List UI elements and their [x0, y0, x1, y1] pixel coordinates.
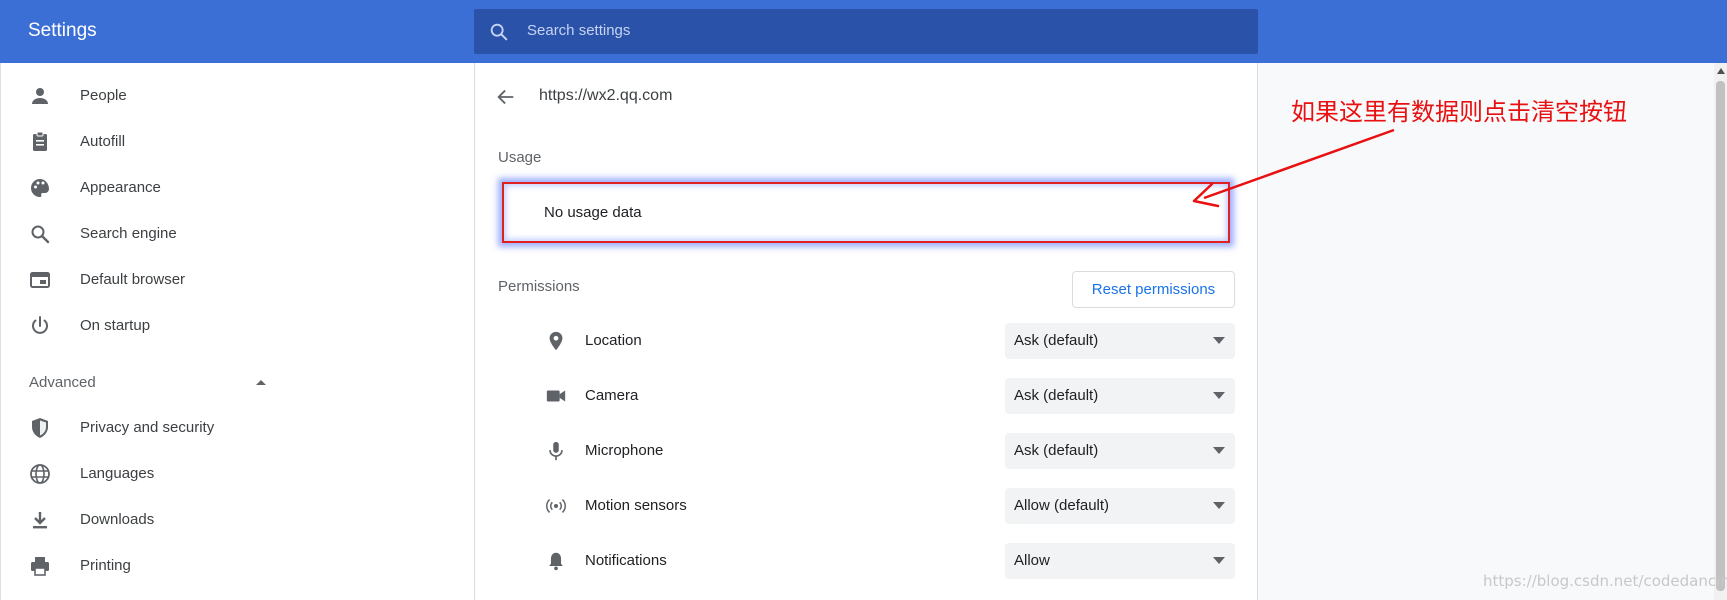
printer-icon [31, 557, 49, 576]
sidebar-item-downloads[interactable]: Downloads [1, 500, 475, 540]
permission-row-microphone: Microphone Ask (default) [475, 431, 1259, 471]
permission-label: Motion sensors [585, 497, 687, 514]
sidebar-item-autofill[interactable]: Autofill [1, 122, 475, 162]
sidebar-item-people[interactable]: People [1, 76, 475, 116]
usage-status: No usage data [544, 204, 642, 221]
motion-sensor-icon [546, 499, 566, 513]
clipboard-icon [33, 131, 47, 151]
select-value: Allow [1014, 552, 1050, 569]
power-icon [32, 316, 48, 334]
browser-window-icon [30, 272, 50, 288]
select-value: Ask (default) [1014, 442, 1099, 459]
sidebar-item-label: Appearance [80, 179, 161, 196]
sidebar-item-label: Autofill [80, 133, 126, 150]
sidebar-item-label: Privacy and security [80, 419, 215, 436]
watermark: https://blog.csdn.net/codedancing [1483, 572, 1727, 590]
dropdown-arrow-icon [1213, 392, 1225, 399]
motion-sensors-permission-select[interactable]: Allow (default) [1005, 488, 1235, 524]
permission-label: Location [585, 332, 642, 349]
search-icon [490, 23, 508, 41]
dropdown-arrow-icon [1213, 557, 1225, 564]
search-settings-input[interactable]: Search settings [474, 9, 1258, 54]
sidebar-item-label: Default browser [80, 271, 186, 288]
microphone-icon [549, 441, 563, 461]
location-pin-icon [549, 331, 563, 351]
microphone-permission-select[interactable]: Ask (default) [1005, 433, 1235, 469]
permission-row-notifications: Notifications Allow [475, 541, 1259, 581]
sidebar-item-label: Search engine [80, 225, 177, 242]
scrollbar-thumb[interactable] [1716, 81, 1725, 591]
permission-label: Camera [585, 387, 639, 404]
scroll-up-arrow-icon[interactable] [1717, 68, 1725, 74]
sidebar-item-label: Printing [80, 557, 131, 574]
usage-panel: No usage data [502, 182, 1230, 243]
sidebar-item-on-startup[interactable]: On startup [1, 306, 475, 346]
chevron-up-icon[interactable] [255, 377, 267, 389]
dropdown-arrow-icon [1213, 337, 1225, 344]
sidebar: People Autofill Appearance Search engine… [0, 63, 474, 600]
location-permission-select[interactable]: Ask (default) [1005, 323, 1235, 359]
sidebar-item-default-browser[interactable]: Default browser [1, 260, 475, 300]
advanced-section-toggle[interactable]: Advanced [29, 374, 96, 391]
back-arrow-icon[interactable] [495, 86, 517, 108]
sidebar-item-languages[interactable]: Languages [1, 454, 475, 494]
permissions-section-label: Permissions [498, 278, 580, 295]
dropdown-arrow-icon [1213, 447, 1225, 454]
sidebar-item-privacy-security[interactable]: Privacy and security [1, 408, 475, 448]
page-scrollbar[interactable] [1714, 63, 1727, 600]
sidebar-item-appearance[interactable]: Appearance [1, 168, 475, 208]
annotation-arrow [1192, 128, 1395, 208]
permission-label: Notifications [585, 552, 667, 569]
select-value: Ask (default) [1014, 387, 1099, 404]
camera-icon [546, 390, 566, 402]
reset-permissions-button[interactable]: Reset permissions [1072, 271, 1235, 308]
sidebar-item-printing[interactable]: Printing [1, 546, 475, 586]
app-title: Settings [28, 20, 97, 41]
search-icon [31, 225, 50, 244]
permission-row-camera: Camera Ask (default) [475, 376, 1259, 416]
permission-row-location: Location Ask (default) [475, 321, 1259, 361]
bell-icon [549, 552, 563, 571]
camera-permission-select[interactable]: Ask (default) [1005, 378, 1235, 414]
site-settings-panel: https://wx2.qq.com Usage No usage data P… [474, 63, 1258, 600]
site-url: https://wx2.qq.com [539, 87, 673, 104]
palette-icon [31, 179, 49, 197]
globe-icon [30, 464, 50, 484]
person-icon [32, 88, 48, 104]
dropdown-arrow-icon [1213, 502, 1225, 509]
select-value: Allow (default) [1014, 497, 1110, 514]
permission-row-motion-sensors: Motion sensors Allow (default) [475, 486, 1259, 526]
usage-section-label: Usage [498, 149, 542, 166]
top-app-bar: Settings Search settings [0, 0, 1727, 63]
search-placeholder: Search settings [527, 22, 631, 39]
sidebar-item-label: On startup [80, 317, 151, 334]
permission-label: Microphone [585, 442, 664, 459]
sidebar-item-label: Languages [80, 465, 155, 482]
sidebar-item-label: People [80, 87, 127, 104]
sidebar-item-search-engine[interactable]: Search engine [1, 214, 475, 254]
shield-icon [32, 418, 48, 438]
sidebar-item-label: Downloads [80, 511, 155, 528]
notifications-permission-select[interactable]: Allow [1005, 543, 1235, 579]
download-icon [33, 512, 47, 529]
select-value: Ask (default) [1014, 332, 1099, 349]
